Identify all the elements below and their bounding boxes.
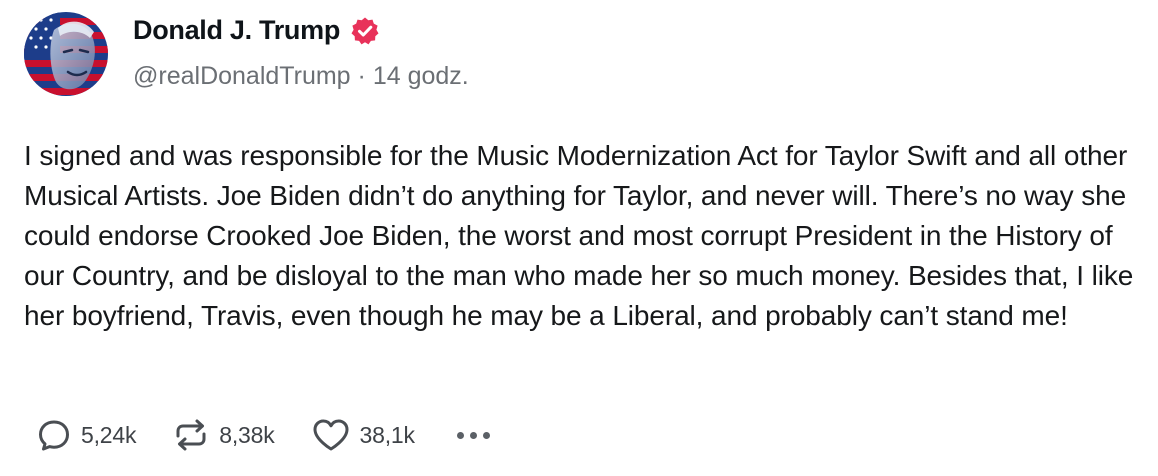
like-count: 38,1k xyxy=(359,421,415,448)
meta-separator: · xyxy=(357,62,366,90)
repost-count: 8,38k xyxy=(219,421,275,448)
reply-icon xyxy=(39,420,69,451)
repost-button[interactable]: 8,38k xyxy=(172,417,275,453)
post-actions: 5,24k 8,38k 38,1k xyxy=(36,414,490,456)
author-handle[interactable]: @realDonaldTrump xyxy=(133,62,351,90)
post-text: I signed and was responsible for the Mus… xyxy=(24,140,1134,331)
repost-icon xyxy=(176,419,206,451)
verified-badge-icon xyxy=(350,16,380,46)
like-button[interactable]: 38,1k xyxy=(311,417,415,453)
heart-icon xyxy=(313,419,349,451)
more-icon[interactable] xyxy=(456,431,490,439)
avatar[interactable] xyxy=(24,12,108,96)
post-meta: @realDonaldTrump · 14 godz. xyxy=(133,62,469,91)
reply-count: 5,24k xyxy=(81,421,137,448)
author-header: Donald J. Trump xyxy=(133,15,380,46)
reply-button[interactable]: 5,24k xyxy=(36,417,136,453)
author-name[interactable]: Donald J. Trump xyxy=(133,15,340,46)
post-time[interactable]: 14 godz. xyxy=(373,62,469,90)
